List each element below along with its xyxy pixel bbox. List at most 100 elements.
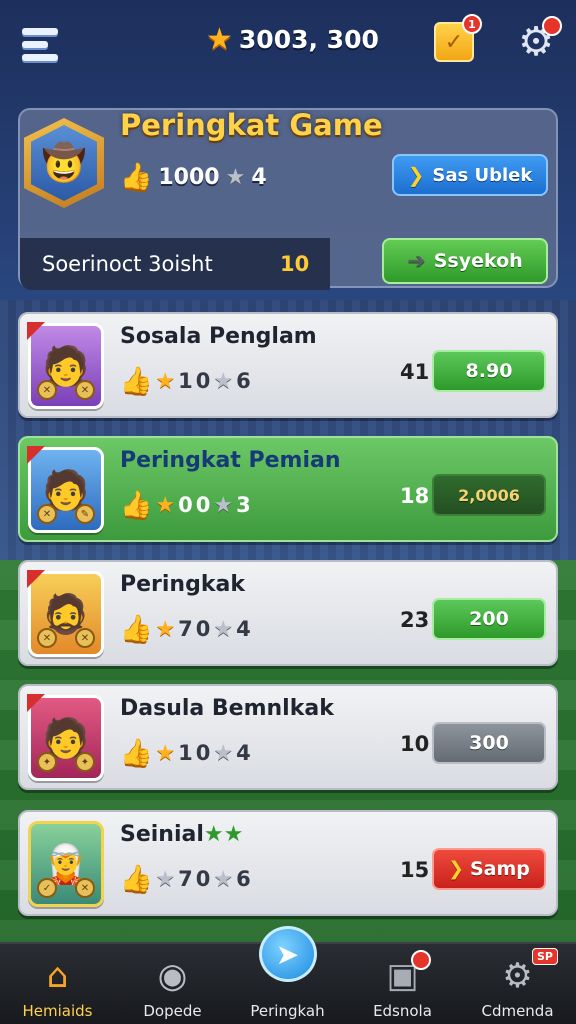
star-icon: ★ [206, 22, 233, 57]
star-icon: ★ [213, 866, 234, 892]
stat-a: 0 [178, 493, 193, 517]
star-icon: ★★ [203, 822, 244, 847]
row-action-button[interactable]: 300 [432, 722, 546, 764]
avatar-portrait-icon: 🤠 [31, 125, 97, 201]
stat-b: 0 [195, 493, 211, 517]
nav-item-second[interactable]: ◉ Dopede [115, 944, 230, 1024]
currency-display: ★ 3003, 300 [206, 22, 379, 57]
star-icon: ★ [155, 492, 176, 518]
player-stats: 👍 ★ 1 0 ★ 4 [120, 738, 251, 768]
list-item[interactable]: 🧑 ✕ ✎ Peringkat Pemian 👍 ★ 0 0 ★ 3 18 2,… [18, 436, 558, 542]
player-avatar: 🧝 ✓ ✕ [28, 821, 104, 907]
menu-line [22, 27, 58, 35]
chevron-right-icon: ❯ [448, 858, 464, 880]
chip-icon: ✦ [75, 752, 95, 772]
chip-icon: ✕ [37, 628, 57, 648]
rank-tag [27, 570, 45, 588]
stat-a: 7 [178, 867, 193, 891]
stat-b: 0 [195, 867, 211, 891]
chip-icon: ✕ [37, 380, 57, 400]
nav-label: Cdmenda [481, 1002, 554, 1020]
score-value: 10 [280, 252, 310, 276]
player-avatar[interactable]: 🤠 [24, 118, 104, 208]
player-name: Sosala Penglam [120, 324, 317, 349]
nav-item-fourth[interactable]: ▣ Edsnola [345, 944, 460, 1024]
stat-a: 1 [178, 741, 193, 765]
primary-action-button[interactable]: ❯ Sas Ublek [392, 154, 548, 196]
list-item[interactable]: 🧑 ✕ ✕ Sosala Penglam 👍 ★ 1 0 ★ 6 41 8.90 [18, 312, 558, 418]
player-name: Seinial★★ [120, 822, 243, 847]
mail-button[interactable]: ✓ 1 [434, 14, 482, 62]
row-action-button[interactable]: 200 [432, 598, 546, 640]
mail-badge: 1 [462, 14, 482, 34]
chip-icon: ✓ [37, 878, 57, 898]
stat-c: 4 [236, 741, 251, 765]
nav-badge [411, 950, 431, 970]
player-rank: 23 [400, 608, 430, 632]
list-item[interactable]: 🧑 ✦ ✦ Dasula Bemnlkak 👍 ★ 1 0 ★ 4 10 300 [18, 684, 558, 790]
player-stats: 👍 ★ 7 0 ★ 6 [120, 864, 251, 894]
player-stats: 👍 ★ 7 0 ★ 4 [120, 614, 251, 644]
primary-action-label: Sas Ublek [432, 164, 533, 186]
profile-card: 🤠 Peringkat Game 👍 1000 ★ 4 ❯ Sas Ublek … [18, 108, 558, 290]
player-avatar: 🧔 ✕ ✕ [27, 570, 104, 657]
stat-a: 1 [178, 369, 193, 393]
rank-tag [27, 322, 45, 340]
row-action-button[interactable]: ❯ Samp [432, 848, 546, 890]
nav-item-rankings[interactable]: ➤ Peringkah [230, 926, 345, 1024]
thumbs-up-icon: 👍 [120, 366, 153, 396]
star-icon: ★ [155, 740, 176, 766]
stat-c: 3 [236, 493, 251, 517]
settings-button[interactable]: ⚙ [514, 16, 562, 64]
star-icon: ★ [213, 368, 234, 394]
player-rank: 41 [400, 360, 430, 384]
chip-icon: ✕ [75, 380, 95, 400]
score-label: Soerinoct 3oisht [42, 252, 213, 276]
bottom-nav: ⌂ Hemiaids ◉ Dopede ➤ Peringkah ▣ Edsnol… [0, 926, 576, 1024]
page-title: Peringkat Game [120, 108, 383, 142]
star-icon: ★ [213, 616, 234, 642]
player-rank: 15 [400, 858, 430, 882]
nav-badge: SP [532, 948, 558, 965]
nav-label: Hemiaids [22, 1002, 93, 1020]
nav-label: Peringkah [250, 1002, 325, 1020]
chip-icon: ✎ [75, 504, 95, 524]
player-stats: 👍 ★ 1 0 ★ 6 [120, 366, 251, 396]
home-icon: ⌂ [46, 956, 69, 996]
nav-item-fifth[interactable]: ⚙ SP Cdmenda [460, 944, 575, 1024]
star-icon: ★ [225, 164, 246, 190]
menu-button[interactable] [18, 22, 62, 66]
chip-icon: ✦ [37, 752, 57, 772]
top-bar: ★ 3003, 300 ✓ 1 ⚙ [0, 0, 576, 90]
paper-plane-icon: ➤ [258, 926, 317, 982]
secondary-action-button[interactable]: ➔ Ssyekoh [382, 238, 548, 284]
stat-b: 0 [195, 369, 211, 393]
stat-a: 7 [178, 617, 193, 641]
bag-icon: ◉ [157, 956, 188, 996]
star-icon: ★ [155, 616, 176, 642]
star-icon: ★ [155, 368, 176, 394]
row-action-label: Samp [470, 858, 530, 880]
stat-c: 6 [236, 867, 251, 891]
stat-c: 6 [236, 369, 251, 393]
chip-icon: ✕ [37, 504, 57, 524]
profile-stats: 👍 1000 ★ 4 [120, 162, 267, 192]
row-action-button[interactable]: 2,0006 [432, 474, 546, 516]
rank-tag [27, 694, 45, 712]
player-rank: 18 [400, 484, 430, 508]
list-item[interactable]: 🧝 ✓ ✕ Seinial★★ 👍 ★ 7 0 ★ 6 15 ❯ Samp [18, 810, 558, 916]
player-stats: 👍 ★ 0 0 ★ 3 [120, 490, 251, 520]
currency-value: 3003, 300 [238, 25, 379, 54]
thumbs-up-icon: 👍 [120, 162, 153, 192]
list-item[interactable]: 🧔 ✕ ✕ Peringkak 👍 ★ 7 0 ★ 4 23 200 [18, 560, 558, 666]
menu-line [22, 40, 48, 48]
chevron-right-icon: ❯ [407, 163, 425, 187]
thumbs-up-icon: 👍 [120, 614, 153, 644]
stat-c: 4 [236, 617, 251, 641]
secondary-action-label: Ssyekoh [433, 250, 523, 272]
thumbs-up-icon: 👍 [120, 490, 153, 520]
nav-item-home[interactable]: ⌂ Hemiaids [0, 944, 115, 1024]
player-name: Dasula Bemnlkak [120, 696, 334, 721]
row-action-button[interactable]: 8.90 [432, 350, 546, 392]
stat-b: 0 [195, 617, 211, 641]
